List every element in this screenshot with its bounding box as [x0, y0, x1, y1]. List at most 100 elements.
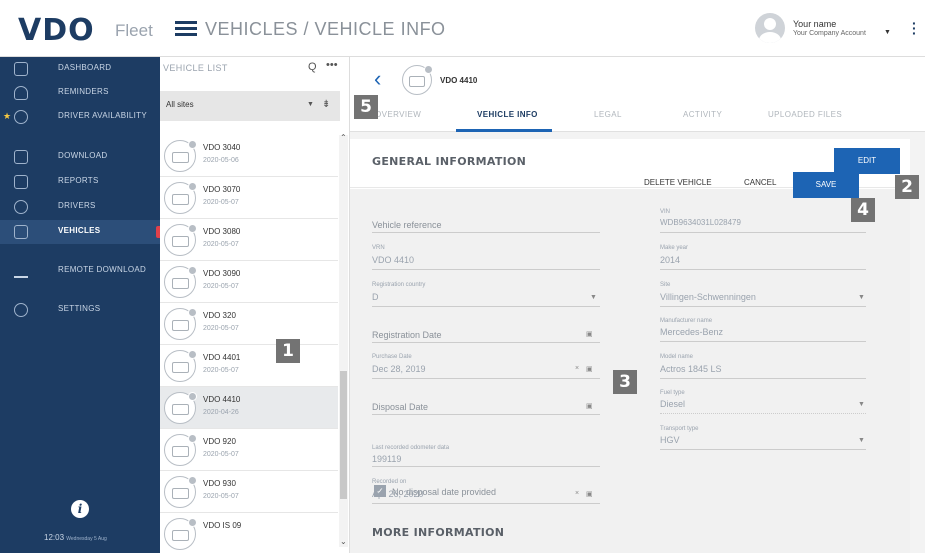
calendar-icon[interactable]: ▣	[586, 402, 593, 410]
vehicle-reference-field[interactable]: Vehicle reference	[372, 217, 600, 233]
sidebar-item-download[interactable]: DOWNLOAD	[0, 145, 160, 169]
vehicle-list-item[interactable]: VDO 4410 2020-04-26	[160, 387, 338, 429]
vdo-logo: VDO	[18, 13, 95, 48]
vehicle-list-item[interactable]: VDO IS 09	[160, 513, 338, 553]
cancel-button[interactable]: CANCEL	[744, 178, 776, 187]
more-options-icon[interactable]: •••	[326, 59, 338, 71]
user-name[interactable]: Your name	[793, 19, 836, 29]
vehicle-list-scrollbar[interactable]: ⌃ ⌄	[339, 133, 348, 547]
vrn-field[interactable]: VRN VDO 4410	[372, 245, 600, 270]
sidebar-item-remote-download[interactable]: REMOTE DOWNLOAD	[0, 259, 160, 283]
recorded-on-field[interactable]: Recorded on Apr 26, 2020 × ▣	[372, 479, 600, 504]
fuel-type-select[interactable]: Fuel type Diesel ▼	[660, 390, 866, 414]
sidebar-item-label: DOWNLOAD	[58, 151, 108, 160]
site-select[interactable]: Site Villingen-Schwenningen ▼	[660, 282, 866, 307]
vehicle-date: 2020-05-07	[203, 325, 239, 332]
hamburger-menu-icon[interactable]	[175, 21, 197, 37]
vehicle-list-item[interactable]: VDO 3080 2020-05-07	[160, 219, 338, 261]
field-value: 2014	[660, 255, 681, 265]
last-odometer-field[interactable]: Last recorded odometer data 199119	[372, 445, 600, 467]
kebab-menu-icon[interactable]: · · ·	[912, 16, 917, 40]
calendar-icon[interactable]: ▣	[586, 490, 593, 498]
tab-legal[interactable]: LEGAL	[594, 110, 622, 119]
clear-icon[interactable]: ×	[575, 365, 579, 372]
vehicle-avatar-icon	[402, 65, 433, 95]
make-year-field[interactable]: Make year 2014	[660, 245, 866, 270]
vehicle-date: 2020-05-07	[203, 283, 239, 290]
vehicle-list-item[interactable]: VDO 4401 2020-05-07	[160, 345, 338, 387]
vehicle-date: 2020-05-06	[203, 157, 239, 164]
download-icon	[14, 150, 28, 164]
field-placeholder: Registration Date	[372, 330, 442, 340]
sort-icon[interactable]: ⇟	[322, 99, 330, 110]
transport-type-select[interactable]: Transport type HGV ▼	[660, 426, 866, 450]
vehicle-list-item[interactable]: VDO 320 2020-05-07	[160, 303, 338, 345]
field-label: Recorded on	[372, 479, 407, 485]
scroll-up-icon[interactable]: ⌃	[340, 133, 347, 142]
sidebar-item-settings[interactable]: SETTINGS	[0, 298, 160, 322]
tab-vehicle-info[interactable]: VEHICLE INFO	[477, 110, 538, 119]
sidebar-item-label: REMINDERS	[58, 87, 109, 96]
back-chevron-icon[interactable]: ‹	[374, 66, 381, 92]
delete-vehicle-button[interactable]: DELETE VEHICLE	[644, 178, 712, 187]
star-icon: ★	[3, 111, 12, 121]
vehicle-list-item[interactable]: VDO 920 2020-05-07	[160, 429, 338, 471]
search-icon[interactable]: Q	[308, 61, 317, 73]
vehicle-list-item[interactable]: VDO 3090 2020-05-07	[160, 261, 338, 303]
field-label: Manufacturer name	[660, 318, 713, 324]
field-value: Villingen-Schwenningen	[660, 292, 756, 302]
vehicle-list-item[interactable]: VDO 3070 2020-05-07	[160, 177, 338, 219]
calendar-icon[interactable]: ▣	[586, 365, 593, 373]
clock-icon	[14, 110, 28, 124]
sidebar-item-reports[interactable]: REPORTS	[0, 170, 160, 194]
sidebar-item-driver-availability[interactable]: ★ DRIVER AVAILABILITY	[0, 105, 160, 129]
field-label: VIN	[660, 209, 671, 215]
tab-overview[interactable]: OVERVIEW	[375, 110, 421, 119]
vehicle-list-item[interactable]: VDO 930 2020-05-07	[160, 471, 338, 513]
manufacturer-field[interactable]: Manufacturer name Mercedes-Benz	[660, 318, 866, 342]
sidebar-item-label: VEHICLES	[58, 226, 101, 235]
disposal-date-field[interactable]: Disposal Date ▣	[372, 399, 600, 415]
vehicle-name: VDO 930	[203, 479, 236, 488]
user-menu-caret-icon[interactable]: ▼	[884, 29, 891, 36]
scrollbar-thumb[interactable]	[340, 371, 347, 499]
sidebar-item-reminders[interactable]: REMINDERS	[0, 81, 160, 105]
vehicle-list-item[interactable]: VDO 3040 2020-05-06	[160, 135, 338, 177]
active-tab-indicator	[456, 129, 552, 132]
purchase-date-field[interactable]: Purchase Date Dec 28, 2019 × ▣	[372, 354, 600, 379]
site-filter-select[interactable]: All sites ▼ ⇟	[160, 91, 340, 121]
edit-button[interactable]: EDIT	[834, 148, 900, 174]
field-placeholder: Disposal Date	[372, 402, 429, 412]
sidebar-item-dashboard[interactable]: DASHBOARD	[0, 57, 160, 81]
info-icon[interactable]: i	[71, 500, 89, 518]
sidebar-item-label: DRIVER AVAILABILITY	[58, 111, 147, 120]
calendar-icon[interactable]: ▣	[586, 330, 593, 338]
field-label: Make year	[660, 245, 689, 251]
sidebar-item-drivers[interactable]: DRIVERS	[0, 195, 160, 219]
tab-uploaded-files[interactable]: UPLOADED FILES	[768, 110, 842, 119]
tab-activity[interactable]: ACTIVITY	[683, 110, 722, 119]
field-label: Transport type	[660, 426, 699, 432]
callout-badge-1: 1	[276, 339, 300, 363]
registration-country-select[interactable]: Registration country D ▼	[372, 282, 600, 307]
user-company[interactable]: Your Company Account	[793, 30, 866, 37]
field-placeholder: Vehicle reference	[372, 220, 442, 230]
save-button[interactable]: SAVE	[793, 172, 859, 198]
product-name: Fleet	[115, 21, 153, 40]
clear-icon[interactable]: ×	[575, 490, 579, 497]
truck-icon	[164, 224, 197, 256]
scroll-down-icon[interactable]: ⌄	[340, 537, 347, 546]
registration-date-field[interactable]: Registration Date ▣	[372, 327, 600, 343]
vehicle-title: VDO 4410	[440, 76, 478, 85]
vehicle-date: 2020-05-07	[203, 241, 239, 248]
vehicle-name: VDO 3040	[203, 143, 241, 152]
field-label: VRN	[372, 245, 385, 251]
more-information-title: MORE INFORMATION	[372, 526, 505, 539]
field-value: Apr 26, 2020	[372, 489, 424, 499]
avatar[interactable]	[755, 13, 785, 43]
vin-field[interactable]: VIN WDB9634031L028479	[660, 209, 866, 233]
sidebar-item-vehicles[interactable]: VEHICLES	[0, 220, 164, 244]
model-name-field[interactable]: Model name Actros 1845 LS	[660, 354, 866, 379]
callout-badge-2: 2	[895, 175, 919, 199]
report-icon	[14, 175, 28, 189]
